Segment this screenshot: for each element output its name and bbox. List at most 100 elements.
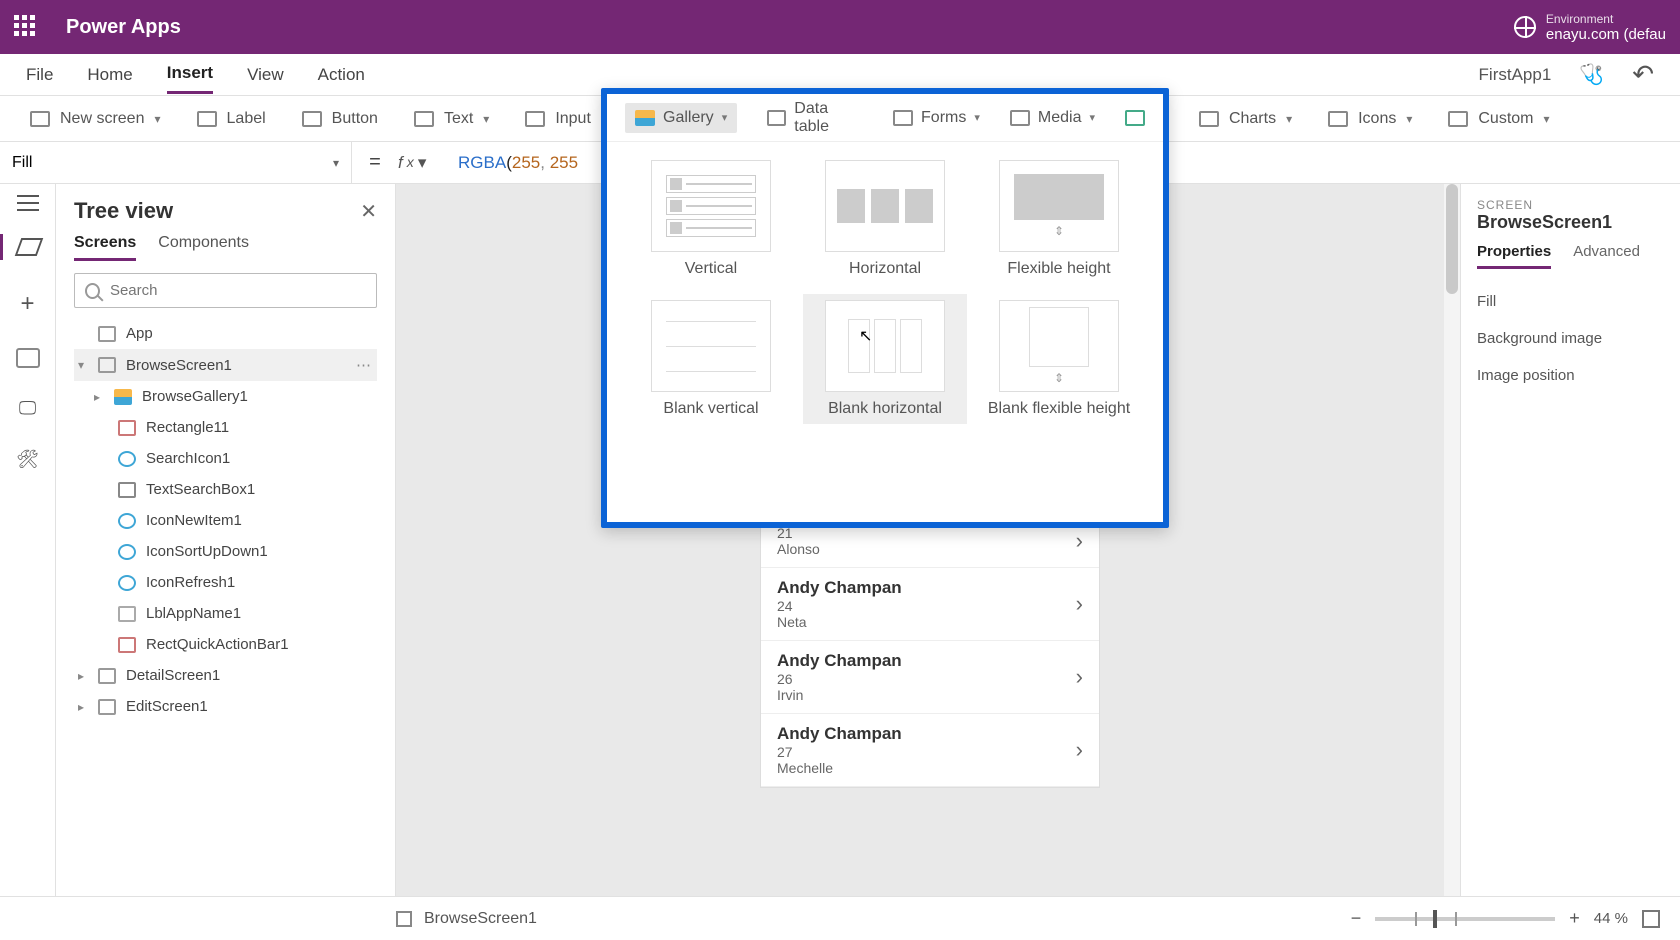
list-item[interactable]: Andy Champan26Irvin› bbox=[761, 641, 1099, 714]
menu-view[interactable]: View bbox=[247, 57, 284, 93]
tree-node-label: LblAppName1 bbox=[146, 605, 241, 622]
footer-screen-checkbox[interactable] bbox=[396, 911, 412, 927]
ribbon-input[interactable]: Input▾ bbox=[525, 110, 607, 128]
list-sub2: Neta bbox=[777, 614, 902, 630]
formula-input[interactable]: RGBA(255, 255 bbox=[458, 153, 578, 173]
menu-action[interactable]: Action bbox=[318, 57, 365, 93]
tree-node-detailscreen1[interactable]: ▸DetailScreen1 bbox=[74, 660, 377, 691]
equals-sign: = bbox=[352, 151, 398, 174]
ribbon-icons[interactable]: Icons▾ bbox=[1328, 110, 1412, 128]
tab-components[interactable]: Components bbox=[158, 234, 249, 261]
ribbon-new-screen-label: New screen bbox=[60, 110, 144, 128]
chevron-right-icon[interactable]: › bbox=[1076, 591, 1083, 617]
tree-search-input[interactable] bbox=[110, 282, 366, 299]
tree-node-app[interactable]: App bbox=[74, 318, 377, 349]
tree-node-lblappname1[interactable]: LblAppName1 bbox=[74, 598, 377, 629]
gallery-option-label: Flexible height bbox=[1007, 260, 1110, 278]
tree-node-searchicon1[interactable]: SearchIcon1 bbox=[74, 443, 377, 474]
menu-file[interactable]: File bbox=[26, 57, 53, 93]
data-icon[interactable] bbox=[16, 348, 40, 368]
environment-value[interactable]: enayu.com (defau bbox=[1546, 26, 1666, 43]
ribbon-text[interactable]: Text▾ bbox=[414, 110, 489, 128]
property-selector[interactable]: Fill ▾ bbox=[0, 142, 352, 184]
tree-node-browsegallery1[interactable]: ▸BrowseGallery1 bbox=[74, 381, 377, 412]
advanced-tools-icon[interactable]: 🛠 bbox=[16, 449, 39, 470]
prop-image-position[interactable]: Image position bbox=[1477, 357, 1664, 394]
tree-node-browsescreen1[interactable]: ▾BrowseScreen1⋯ bbox=[74, 349, 377, 381]
gallery-option-horizontal[interactable]: Horizontal bbox=[803, 154, 967, 284]
tree-node-editscreen1[interactable]: ▸EditScreen1 bbox=[74, 691, 377, 722]
canvas-scrollbar[interactable] bbox=[1444, 184, 1460, 896]
menu-insert[interactable]: Insert bbox=[167, 55, 213, 94]
ribbon-custom[interactable]: Custom▾ bbox=[1448, 110, 1549, 128]
canvas-preview[interactable]: 21Alonso› Andy Champan24Neta› Andy Champ… bbox=[760, 514, 1100, 788]
zoom-slider[interactable] bbox=[1375, 917, 1555, 921]
tab-advanced[interactable]: Advanced bbox=[1573, 243, 1640, 269]
chevron-down-icon: ▾ bbox=[1089, 111, 1095, 124]
close-icon[interactable]: ✕ bbox=[360, 199, 377, 224]
gallery-option-label: Blank flexible height bbox=[988, 400, 1130, 418]
environment-icon[interactable] bbox=[1514, 16, 1536, 38]
tree-search[interactable] bbox=[74, 273, 377, 308]
app-name[interactable]: FirstApp1 bbox=[1479, 65, 1552, 85]
gallery-option-label: Blank horizontal bbox=[828, 400, 942, 418]
tree-node-iconrefresh1[interactable]: IconRefresh1 bbox=[74, 567, 377, 598]
gallery-option-label: Horizontal bbox=[849, 260, 921, 278]
gallery-option-blank-vertical[interactable]: Blank vertical bbox=[629, 294, 793, 424]
more-icon[interactable]: ⋯ bbox=[356, 356, 373, 374]
tree-node-iconnewitem1[interactable]: IconNewItem1 bbox=[74, 505, 377, 536]
gallery-option-vertical[interactable]: Vertical bbox=[629, 154, 793, 284]
flyout-forms-button[interactable]: Forms▾ bbox=[893, 109, 980, 127]
chevron-right-icon[interactable]: › bbox=[1076, 737, 1083, 763]
chevron-right-icon[interactable]: › bbox=[1076, 664, 1083, 690]
list-sub2: Mechelle bbox=[777, 760, 902, 776]
app-checker-icon[interactable]: 🩺 bbox=[1579, 62, 1604, 87]
ribbon-input-label: Input bbox=[555, 110, 591, 128]
ribbon-button[interactable]: Button bbox=[302, 110, 378, 128]
gallery-option-blank-horizontal[interactable]: Blank horizontal bbox=[803, 294, 967, 424]
ribbon-custom-label: Custom bbox=[1478, 110, 1533, 128]
expand-icon[interactable] bbox=[1642, 910, 1660, 928]
media-rail-icon[interactable]: 🖵 bbox=[19, 398, 36, 419]
tree-node-iconsortupdown1[interactable]: IconSortUpDown1 bbox=[74, 536, 377, 567]
insert-icon[interactable]: + bbox=[20, 290, 34, 318]
undo-icon[interactable]: ↶ bbox=[1632, 59, 1654, 90]
app-launcher-icon[interactable] bbox=[14, 15, 38, 39]
footer-screen-name[interactable]: BrowseScreen1 bbox=[424, 910, 537, 928]
list-item[interactable]: Andy Champan27Mechelle› bbox=[761, 714, 1099, 787]
zoom-in-button[interactable]: + bbox=[1569, 908, 1580, 929]
chevron-down-icon: ▾ bbox=[1406, 112, 1412, 126]
tree-title: Tree view bbox=[74, 198, 173, 224]
tree-view-icon[interactable] bbox=[15, 238, 44, 256]
formula-arg-1: 255 bbox=[550, 153, 578, 172]
prop-background-image[interactable]: Background image bbox=[1477, 320, 1664, 357]
zoom-out-button[interactable]: − bbox=[1351, 908, 1362, 929]
gallery-option-label: Vertical bbox=[685, 260, 737, 278]
chevron-right-icon[interactable]: › bbox=[1076, 528, 1083, 554]
flyout-charts-button[interactable] bbox=[1125, 110, 1145, 126]
tree-node-rectangle11[interactable]: Rectangle11 bbox=[74, 412, 377, 443]
property-selector-value: Fill bbox=[12, 154, 32, 172]
tree-node-rectquickactionbar1[interactable]: RectQuickActionBar1 bbox=[74, 629, 377, 660]
menu-home[interactable]: Home bbox=[87, 57, 132, 93]
ribbon-charts[interactable]: Charts▾ bbox=[1199, 110, 1292, 128]
hamburger-icon[interactable] bbox=[17, 202, 39, 204]
flyout-datatable-button[interactable]: Data table bbox=[767, 100, 863, 136]
gallery-option-blank-flexible-height[interactable]: ⇕ Blank flexible height bbox=[977, 294, 1141, 424]
flyout-media-button[interactable]: Media▾ bbox=[1010, 109, 1095, 127]
tree-node-label: DetailScreen1 bbox=[126, 667, 220, 684]
tree-node-label: EditScreen1 bbox=[126, 698, 208, 715]
list-item[interactable]: Andy Champan24Neta› bbox=[761, 568, 1099, 641]
tab-properties[interactable]: Properties bbox=[1477, 243, 1551, 269]
prop-fill[interactable]: Fill bbox=[1477, 283, 1664, 320]
gallery-option-flexible-height[interactable]: ⇕ Flexible height bbox=[977, 154, 1141, 284]
zoom-value: 44 bbox=[1594, 910, 1611, 927]
ribbon-new-screen[interactable]: New screen▾ bbox=[30, 110, 161, 128]
tab-screens[interactable]: Screens bbox=[74, 234, 136, 261]
list-sub2: Irvin bbox=[777, 687, 902, 703]
ribbon-label[interactable]: Label bbox=[197, 110, 266, 128]
tree-node-textsearchbox1[interactable]: TextSearchBox1 bbox=[74, 474, 377, 505]
fx-icon[interactable]: fx▾ bbox=[398, 153, 458, 173]
flyout-gallery-button[interactable]: Gallery▾ bbox=[625, 103, 737, 133]
tree-node-label: SearchIcon1 bbox=[146, 450, 230, 467]
